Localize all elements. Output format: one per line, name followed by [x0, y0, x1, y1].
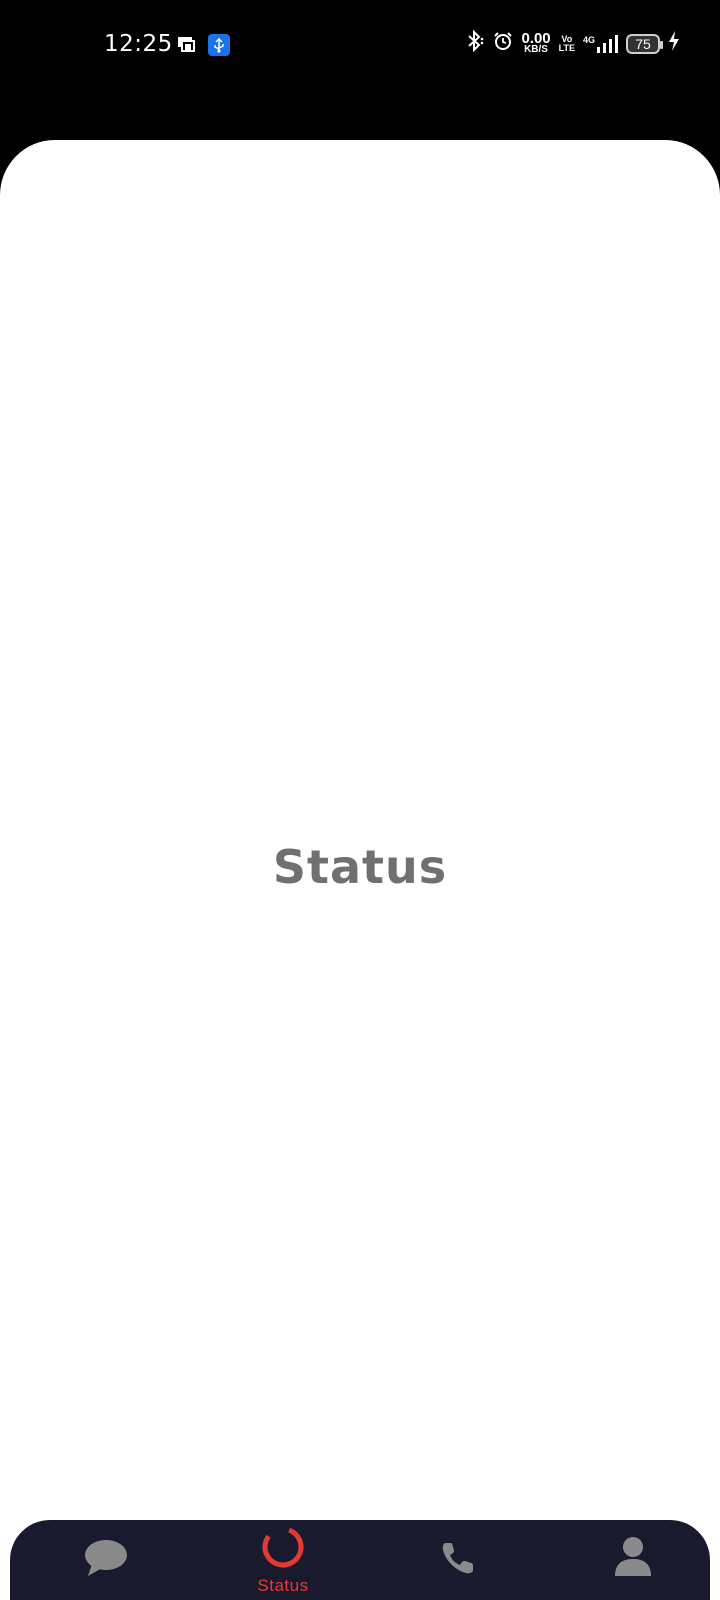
page-title: Status [272, 840, 448, 894]
volte-indicator: Vo LTE [558, 33, 575, 53]
nav-item-status[interactable]: Status [233, 1520, 333, 1600]
bluetooth-icon [465, 29, 485, 57]
status-icon [261, 1525, 305, 1574]
nav-item-profile[interactable] [583, 1520, 683, 1600]
status-bar: 12:25 0.00 KB/S Vo LTE 4G 75 [0, 0, 720, 90]
profile-icon [614, 1536, 652, 1585]
nav-label-status: Status [257, 1575, 309, 1595]
screen-mirror-icon [176, 35, 198, 60]
nav-item-calls[interactable] [408, 1520, 508, 1600]
network-speed: 0.00 KB/S [521, 29, 551, 55]
nav-item-chats[interactable] [56, 1520, 156, 1600]
system-status-icons: 0.00 KB/S Vo LTE 4G 75 [465, 29, 680, 57]
signal-icon: 4G [583, 34, 618, 53]
alarm-icon [493, 31, 513, 56]
charging-icon [668, 31, 680, 56]
clock: 12:25 [104, 31, 173, 57]
usb-icon [208, 34, 230, 61]
battery-icon: 75 [626, 33, 663, 54]
chat-icon [84, 1538, 128, 1583]
notification-icons [176, 34, 230, 61]
bottom-navigation: Status [10, 1520, 710, 1600]
phone-icon [440, 1540, 476, 1581]
